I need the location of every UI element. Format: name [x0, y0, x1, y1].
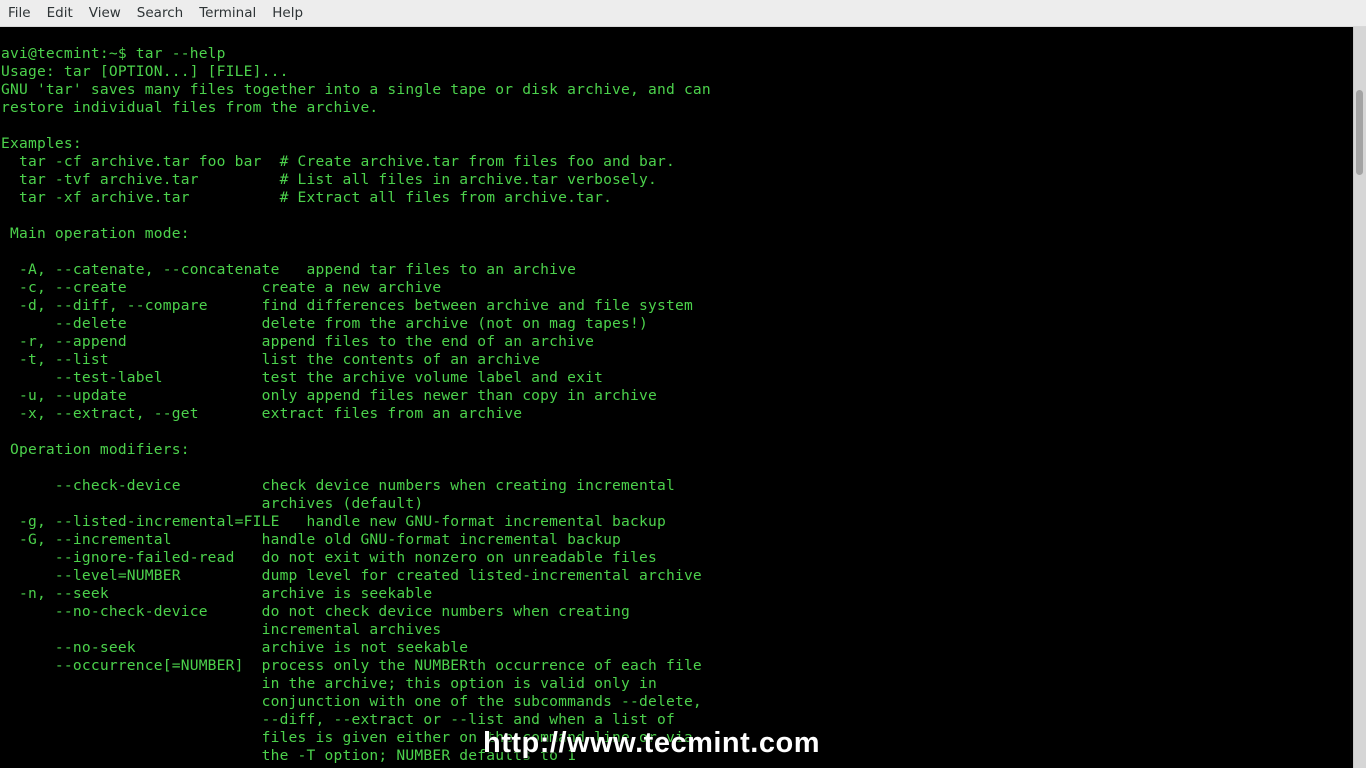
watermark-url: http://www.tecmint.com [483, 727, 820, 759]
terminal-line: Examples: [1, 135, 82, 152]
terminal-line: --occurrence[=NUMBER] process only the N… [1, 657, 702, 674]
terminal-output[interactable]: avi@tecmint:~$ tar --help Usage: tar [OPT… [0, 27, 1353, 768]
vertical-scrollbar[interactable] [1353, 27, 1366, 768]
terminal-line: conjunction with one of the subcommands … [1, 693, 702, 710]
menu-search[interactable]: Search [129, 0, 191, 27]
terminal-line: tar -xf archive.tar # Extract all files … [1, 189, 613, 206]
terminal-line: in the archive; this option is valid onl… [1, 675, 657, 692]
terminal-line: -x, --extract, --get extract files from … [1, 405, 523, 422]
terminal-line: -A, --catenate, --concatenate append tar… [1, 261, 577, 278]
terminal-line: -t, --list list the contents of an archi… [1, 351, 541, 368]
terminal-line: restore individual files from the archiv… [1, 99, 379, 116]
terminal-line: --no-seek archive is not seekable [1, 639, 469, 656]
terminal-line: tar -cf archive.tar foo bar # Create arc… [1, 153, 675, 170]
terminal-line: --delete delete from the archive (not on… [1, 315, 649, 332]
terminal-line: -g, --listed-incremental=FILE handle new… [1, 513, 666, 530]
scrollbar-thumb[interactable] [1356, 90, 1363, 175]
terminal-line: -u, --update only append files newer tha… [1, 387, 657, 404]
terminal-line: --no-check-device do not check device nu… [1, 603, 631, 620]
terminal-line: Usage: tar [OPTION...] [FILE]... [1, 63, 289, 80]
menu-help[interactable]: Help [264, 0, 311, 27]
menu-terminal[interactable]: Terminal [191, 0, 264, 27]
terminal-line: --check-device check device numbers when… [1, 477, 675, 494]
terminal-line: Main operation mode: [1, 225, 190, 242]
prompt-line: avi@tecmint:~$ tar --help [1, 45, 226, 62]
terminal-line: incremental archives [1, 621, 442, 638]
menubar: File Edit View Search Terminal Help [0, 0, 1366, 27]
terminal-lines: avi@tecmint:~$ tar --help Usage: tar [OPT… [1, 45, 711, 765]
terminal-line: -r, --append append files to the end of … [1, 333, 595, 350]
menu-file[interactable]: File [0, 0, 39, 27]
terminal-line: -n, --seek archive is seekable [1, 585, 433, 602]
terminal-line: --test-label test the archive volume lab… [1, 369, 604, 386]
terminal-line: archives (default) [1, 495, 424, 512]
menu-edit[interactable]: Edit [39, 0, 81, 27]
terminal-line: -G, --incremental handle old GNU-format … [1, 531, 622, 548]
terminal-line: GNU 'tar' saves many files together into… [1, 81, 711, 98]
terminal-line: tar -tvf archive.tar # List all files in… [1, 171, 657, 188]
terminal-line: --ignore-failed-read do not exit with no… [1, 549, 657, 566]
terminal-line: Operation modifiers: [1, 441, 190, 458]
terminal-line: -c, --create create a new archive [1, 279, 442, 296]
terminal-line: -d, --diff, --compare find differences b… [1, 297, 693, 314]
terminal-line: --level=NUMBER dump level for created li… [1, 567, 702, 584]
menu-view[interactable]: View [81, 0, 129, 27]
